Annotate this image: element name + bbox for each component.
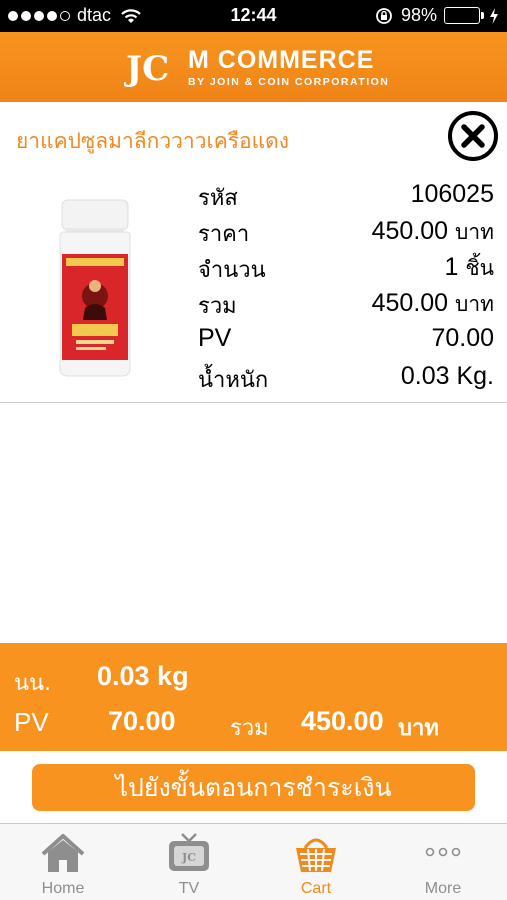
pv-value: 70.00 [108, 706, 176, 736]
battery-cap [481, 12, 484, 19]
tab-home-label: Home [41, 880, 85, 897]
tab-more[interactable]: More [380, 824, 506, 900]
detail-value-group: 0.03 Kg. [401, 362, 494, 391]
more-icon [425, 847, 461, 857]
cart-icon [296, 838, 336, 872]
close-icon[interactable] [447, 110, 499, 162]
tab-bar: Home JC TV Cart More [0, 823, 507, 900]
detail-value: 450.00 [371, 289, 449, 317]
product-image [59, 199, 131, 377]
weight-value: 0.03 kg [97, 661, 189, 691]
detail-unit: ชิ้น [465, 256, 494, 280]
divider [0, 402, 507, 403]
detail-row: รวม 450.00 บาท [198, 288, 494, 324]
brand-title: M COMMERCE [188, 46, 375, 74]
detail-label: PV [198, 324, 232, 352]
detail-value: 0.03 Kg. [400, 362, 494, 390]
tab-cart-label: Cart [300, 880, 332, 897]
svg-text:JC: JC [181, 851, 196, 864]
detail-row: น้ำหนัก 0.03 Kg. [198, 362, 494, 398]
status-bar: dtac 12:44 98% [0, 0, 507, 32]
rotation-lock-icon [376, 7, 392, 24]
checkout-area: ไปยังขั้นตอนการชำระเงิน [0, 751, 507, 823]
tab-tv[interactable]: JC TV [126, 824, 252, 900]
detail-value-group: 450.00 บาท [372, 216, 494, 249]
jc-logo-icon: JC [124, 49, 169, 88]
detail-row: ราคา 450.00 บาท [198, 216, 494, 252]
detail-value-group: 106025 [411, 180, 494, 209]
battery-icon [444, 7, 480, 24]
detail-label: รหัส [198, 186, 238, 211]
battery-status: 98% [375, 5, 499, 26]
detail-value-group: 450.00 บาท [372, 288, 494, 321]
home-icon [41, 834, 85, 872]
total-value: 450.00 [301, 706, 384, 736]
detail-row: จำนวน 1 ชิ้น [198, 252, 494, 288]
weight-label: นน. [14, 671, 52, 696]
detail-label: จำนวน [198, 258, 266, 283]
app-header: JC M COMMERCE BY JOIN & COIN CORPORATION [0, 32, 507, 102]
pv-label: PV [14, 707, 49, 737]
product-name: ยาแคปซูลมาลีกววาวเครือแดง [16, 129, 290, 153]
detail-value-group: 70.00 [431, 324, 494, 353]
detail-value: 450.00 [371, 217, 449, 245]
total-unit: บาท [398, 716, 439, 741]
tab-tv-label: TV [178, 880, 200, 897]
charging-bolt-icon [490, 7, 498, 24]
battery-percent: 98% [400, 5, 437, 25]
tv-icon: JC [169, 833, 209, 871]
detail-value: 70.00 [431, 324, 494, 352]
order-summary: นน. 0.03 kg PV 70.00 รวม 450.00 บาท [0, 643, 507, 751]
detail-row: รหัส 106025 [198, 180, 494, 216]
brand-subtitle: BY JOIN & COIN CORPORATION [188, 76, 390, 88]
tab-more-label: More [424, 880, 462, 897]
tab-cart[interactable]: Cart [253, 824, 379, 900]
detail-label: น้ำหนัก [198, 368, 269, 393]
detail-unit: บาท [455, 292, 494, 316]
detail-row: PV 70.00 [198, 324, 494, 360]
detail-value-group: 1 ชิ้น [445, 252, 494, 285]
checkout-button[interactable]: ไปยังขั้นตอนการชำระเงิน [32, 764, 475, 811]
detail-unit: บาท [455, 220, 494, 244]
detail-value: 106025 [410, 180, 494, 208]
tab-home[interactable]: Home [0, 824, 126, 900]
detail-value: 1 [444, 253, 459, 281]
detail-label: รวม [198, 294, 237, 319]
logo-text: JC [124, 49, 169, 88]
total-label: รวม [230, 716, 269, 741]
detail-label: ราคา [198, 222, 250, 247]
